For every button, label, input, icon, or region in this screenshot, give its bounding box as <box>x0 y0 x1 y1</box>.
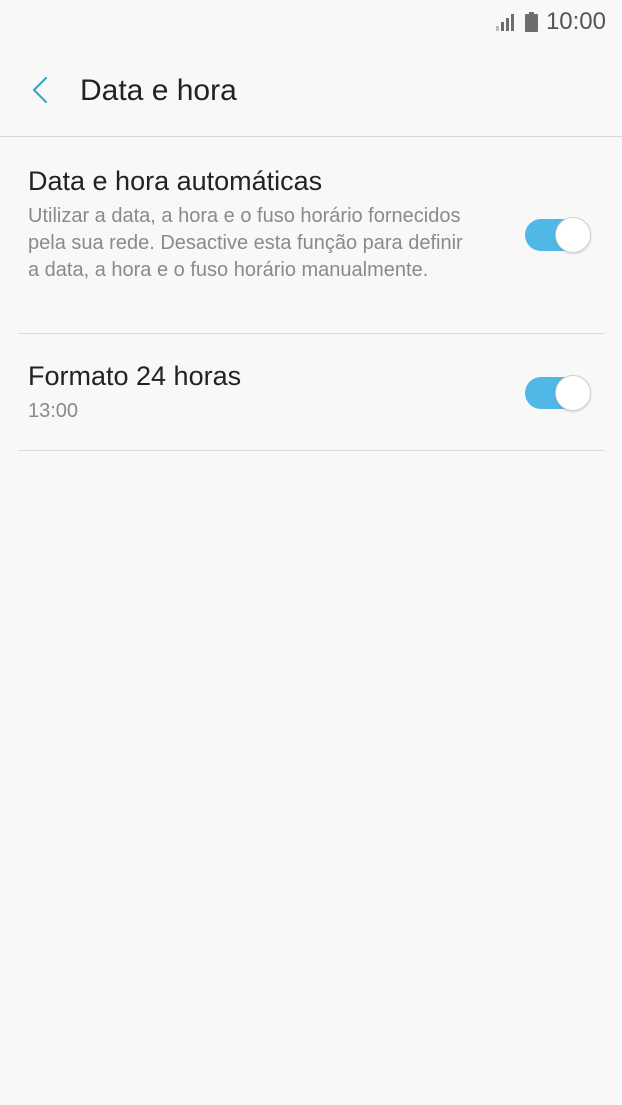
format-24h-toggle[interactable] <box>525 375 591 411</box>
setting-24h-format[interactable]: Formato 24 horas 13:00 <box>18 334 605 451</box>
page-title: Data e hora <box>80 74 237 107</box>
status-icons: 10:00 <box>495 8 606 36</box>
setting-description: Utilizar a data, a hora e o fuso horário… <box>28 205 463 281</box>
signal-icon <box>495 14 514 31</box>
toggle-knob <box>555 217 591 253</box>
app-header: Data e hora <box>0 60 622 137</box>
battery-icon <box>524 12 538 32</box>
setting-title: Data e hora automáticas <box>28 166 323 196</box>
status-clock: 10:00 <box>545 8 606 35</box>
setting-subtitle: 13:00 <box>28 400 79 422</box>
setting-auto-datetime[interactable]: Data e hora automáticas Utilizar a data,… <box>18 137 605 334</box>
setting-title: Formato 24 horas <box>28 361 242 391</box>
status-bar: 10:00 <box>0 0 622 44</box>
back-button[interactable] <box>24 74 56 106</box>
chevron-left-icon <box>32 76 48 104</box>
toggle-knob <box>555 375 591 411</box>
settings-list: Data e hora automáticas Utilizar a data,… <box>18 137 605 451</box>
auto-datetime-toggle[interactable] <box>525 217 591 253</box>
